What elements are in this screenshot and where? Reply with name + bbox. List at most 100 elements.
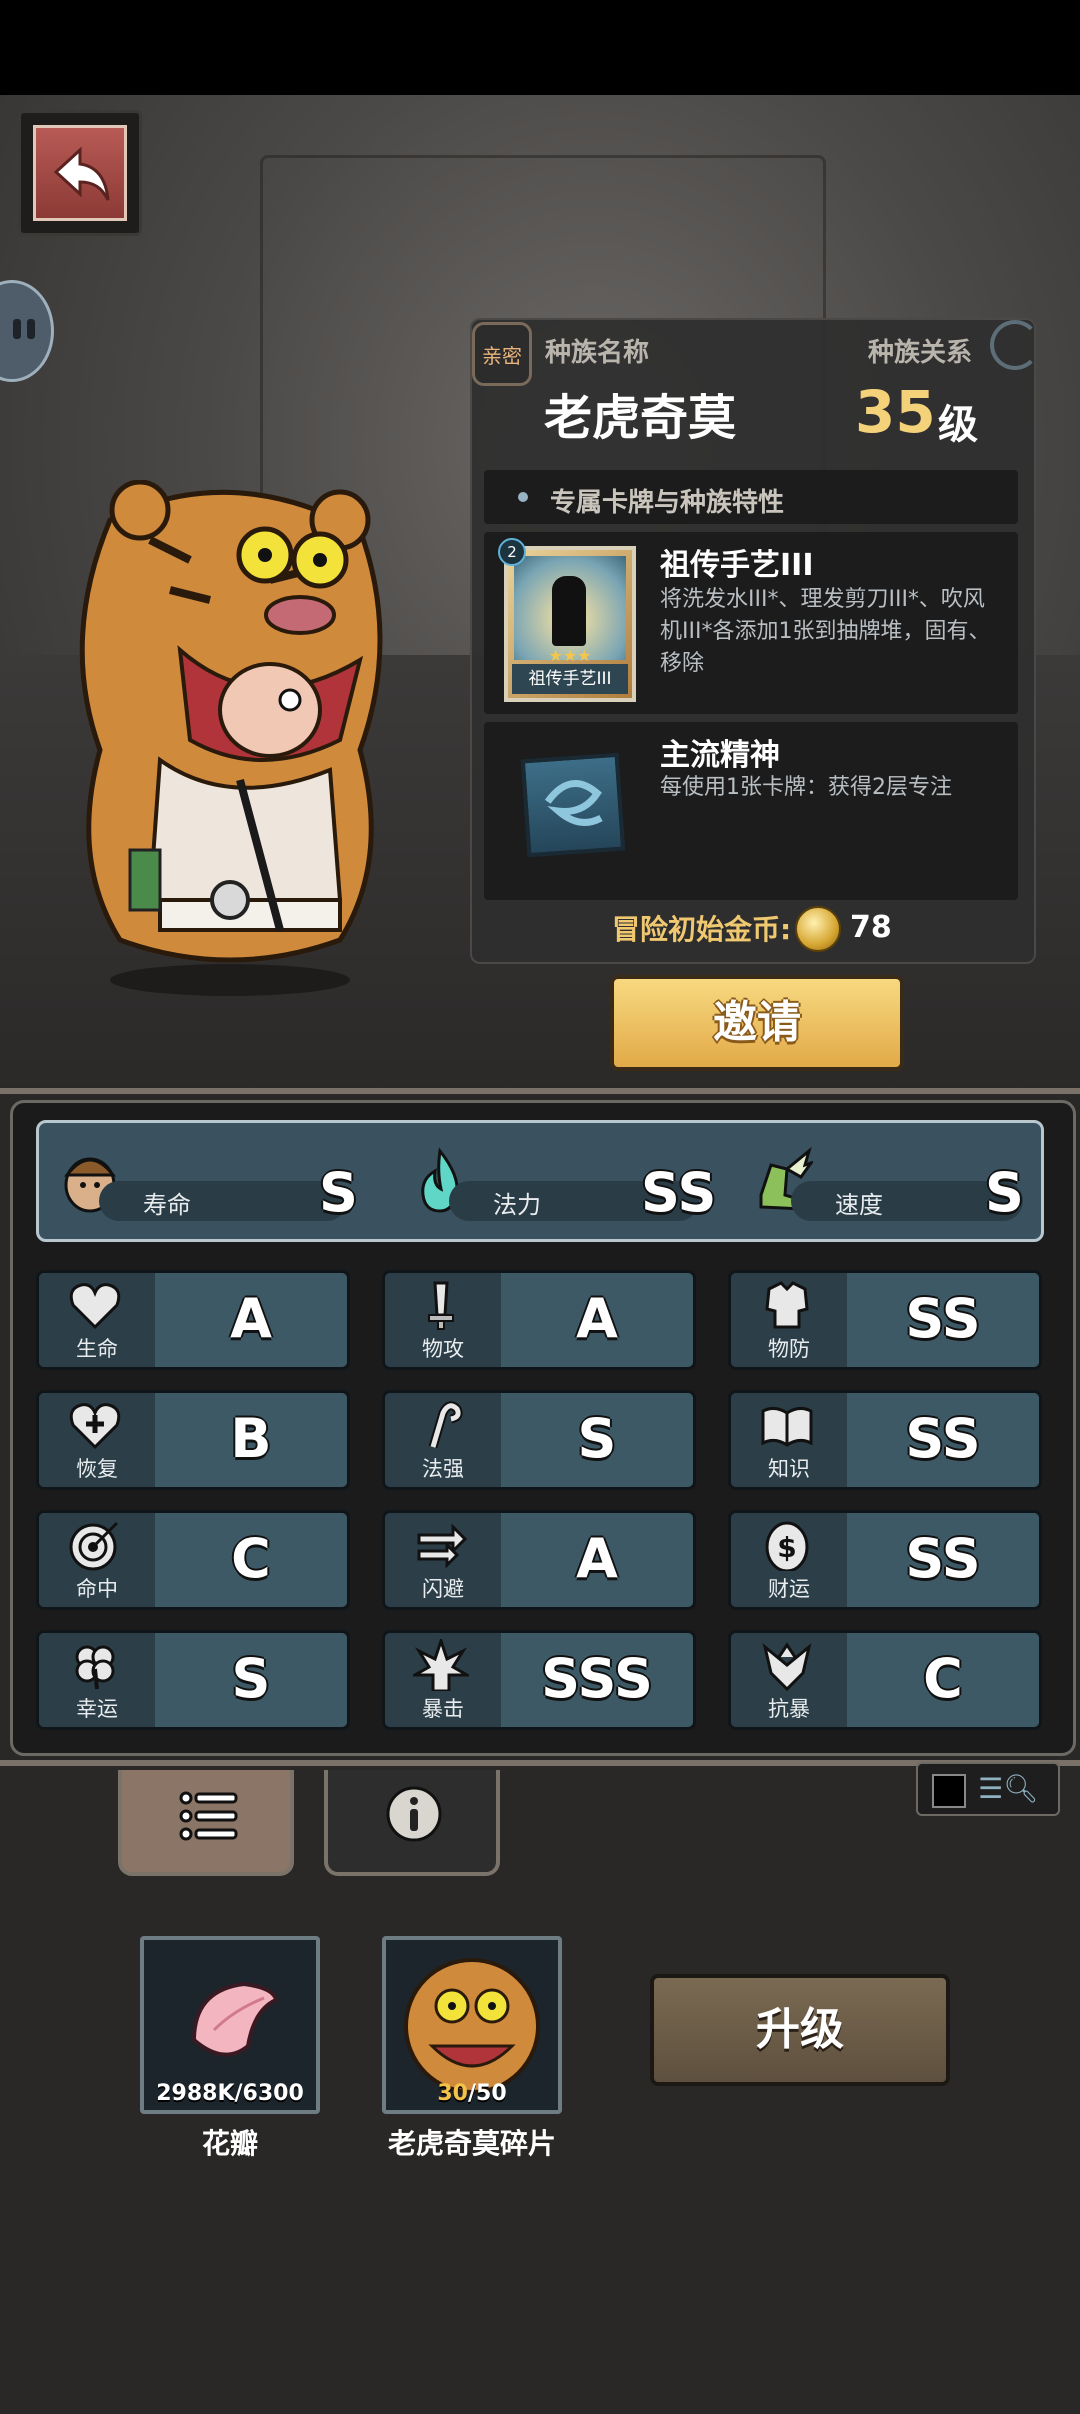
stat-name: 恢复 — [76, 1457, 118, 1481]
book-icon — [761, 1406, 813, 1447]
stat-name: 幸运 — [76, 1697, 118, 1721]
bullet-icon — [518, 492, 528, 502]
stat-grade: A — [230, 1287, 272, 1350]
card-caption: 祖传手艺III — [512, 664, 628, 694]
stat-cell-1[interactable]: 物攻 A — [382, 1270, 696, 1370]
gold-coin-icon — [795, 906, 841, 952]
stat-grade: SSS — [541, 1647, 653, 1710]
list-icon — [179, 1791, 238, 1841]
card-artwork[interactable]: ★★★ 祖传手艺III — [504, 546, 636, 702]
trait-title: 主流精神 — [660, 738, 780, 773]
dodge-arrows-icon — [417, 1523, 468, 1569]
back-button[interactable] — [18, 110, 142, 236]
trait-description: 每使用1张卡牌：获得2层专注 — [660, 775, 952, 800]
stat-grade: S — [985, 1161, 1024, 1224]
back-arrow-icon — [53, 146, 110, 201]
barber-silhouette-icon — [552, 576, 586, 646]
stat-grade: SS — [905, 1527, 981, 1590]
petal-icon — [191, 1981, 279, 2057]
heart-icon — [69, 1283, 121, 1330]
stat-cell-9[interactable]: 幸运 S — [36, 1630, 350, 1730]
stat-name: 闪避 — [422, 1577, 464, 1601]
race-relation-label[interactable]: 种族关系 — [868, 332, 972, 369]
race-level-suffix: 级 — [938, 402, 978, 448]
stat-cell-0[interactable]: 生命 A — [36, 1270, 350, 1370]
armor-icon — [765, 1281, 809, 1329]
stat-name: 物防 — [768, 1337, 810, 1361]
race-name: 老虎奇莫 — [544, 390, 737, 446]
stat-name: 抗暴 — [768, 1697, 810, 1721]
tab-list[interactable] — [118, 1770, 294, 1876]
filter-search-control[interactable]: ☰🔍︎ — [916, 1762, 1060, 1816]
stat-cell-7[interactable]: 闪避 A — [382, 1510, 696, 1610]
tiger-chimo-character — [79, 480, 383, 996]
stat-speed[interactable]: 速度 S — [751, 1123, 1041, 1245]
card-description: 将洗发水III*、理发剪刀III*、吹风机III*各添加1张到抽牌堆，固有、移除 — [660, 587, 991, 676]
stat-name: 物攻 — [422, 1337, 464, 1361]
upgrade-button[interactable]: 升级 — [650, 1974, 950, 2086]
stat-grade: S — [577, 1407, 617, 1470]
stat-grade: SS — [905, 1407, 981, 1470]
stat-name: 速度 — [835, 1191, 883, 1219]
trait-card-row[interactable]: ★★★ 祖传手艺III 2 祖传手艺III 将洗发水III*、理发剪刀III*、… — [484, 532, 1018, 714]
stat-name: 生命 — [76, 1337, 118, 1361]
mainstream-spirit-icon — [520, 752, 626, 858]
material-count-have: 30 — [437, 2081, 468, 2106]
stat-name: 知识 — [768, 1457, 810, 1481]
material-name: 老虎奇莫碎片 — [387, 2127, 556, 2160]
traits-section-title: 专属卡牌与种族特性 — [550, 488, 785, 518]
material-count-need: /50 — [467, 2081, 507, 2106]
stat-name: 寿命 — [143, 1191, 191, 1219]
stat-grade: B — [230, 1407, 272, 1470]
staff-icon — [428, 1401, 463, 1449]
shield-burst-icon — [762, 1642, 812, 1691]
status-bar — [0, 0, 1080, 95]
invite-button[interactable]: 邀请 — [610, 975, 904, 1071]
material-petal[interactable]: 2988K/6300 — [140, 1936, 320, 2114]
burst-icon — [413, 1639, 469, 1691]
tab-info[interactable] — [324, 1770, 500, 1876]
clover-icon — [75, 1645, 115, 1690]
trait-row[interactable]: 主流精神 每使用1张卡牌：获得2层专注 — [484, 722, 1018, 900]
material-count: 2988K/6300 — [156, 2081, 304, 2106]
target-icon — [69, 1521, 119, 1571]
info-icon — [386, 1786, 442, 1842]
stat-cell-5[interactable]: 知识 SS — [728, 1390, 1042, 1490]
stat-cell-4[interactable]: 法强 S — [382, 1390, 696, 1490]
starting-gold-value: 78 — [850, 910, 892, 945]
spiral-icon — [990, 320, 1040, 370]
heart-plus-icon — [69, 1403, 121, 1450]
stat-name: 法力 — [493, 1191, 541, 1219]
race-name-label: 种族名称 — [545, 338, 650, 368]
stat-name: 法强 — [422, 1457, 464, 1481]
material-name: 花瓣 — [201, 2127, 258, 2160]
stat-cell-3[interactable]: 恢复 B — [36, 1390, 350, 1490]
stat-lifespan[interactable]: 寿命 S — [59, 1123, 359, 1245]
stat-cell-10[interactable]: 暴击 SSS — [382, 1630, 696, 1730]
stat-grade: SS — [905, 1287, 981, 1350]
stat-cell-8[interactable]: $ 财运 SS — [728, 1510, 1042, 1610]
stat-grade: C — [923, 1647, 963, 1710]
stat-cell-6[interactable]: 命中 C — [36, 1510, 350, 1610]
coin-icon: $ — [765, 1521, 809, 1571]
affinity-badge: 亲密 — [472, 322, 532, 386]
stat-grade: SS — [641, 1161, 717, 1224]
stat-name: 命中 — [76, 1577, 118, 1601]
traits-section-header: 专属卡牌与种族特性 — [484, 470, 1018, 524]
starting-gold-label: 冒险初始金币: — [612, 913, 792, 946]
card-title: 祖传手艺III — [660, 548, 814, 583]
stat-mana[interactable]: 法力 SS — [409, 1123, 716, 1245]
sword-icon — [428, 1281, 454, 1330]
checkbox-icon[interactable] — [932, 1774, 966, 1808]
card-stars: ★★★ — [548, 646, 592, 665]
primary-stats-bar: 寿命 S 法力 SS 速度 S — [36, 1120, 1044, 1242]
material-tiger-shard[interactable]: 30/50 — [382, 1936, 562, 2114]
race-level-value: 35 — [855, 378, 936, 446]
stat-cell-2[interactable]: 物防 SS — [728, 1270, 1042, 1370]
stat-cell-11[interactable]: 抗暴 C — [728, 1630, 1042, 1730]
stat-grade: S — [319, 1161, 358, 1224]
card-level-badge: 2 — [498, 538, 526, 566]
svg-text:$: $ — [777, 1531, 796, 1564]
stat-grade: C — [231, 1527, 271, 1590]
stat-grade: A — [576, 1527, 618, 1590]
